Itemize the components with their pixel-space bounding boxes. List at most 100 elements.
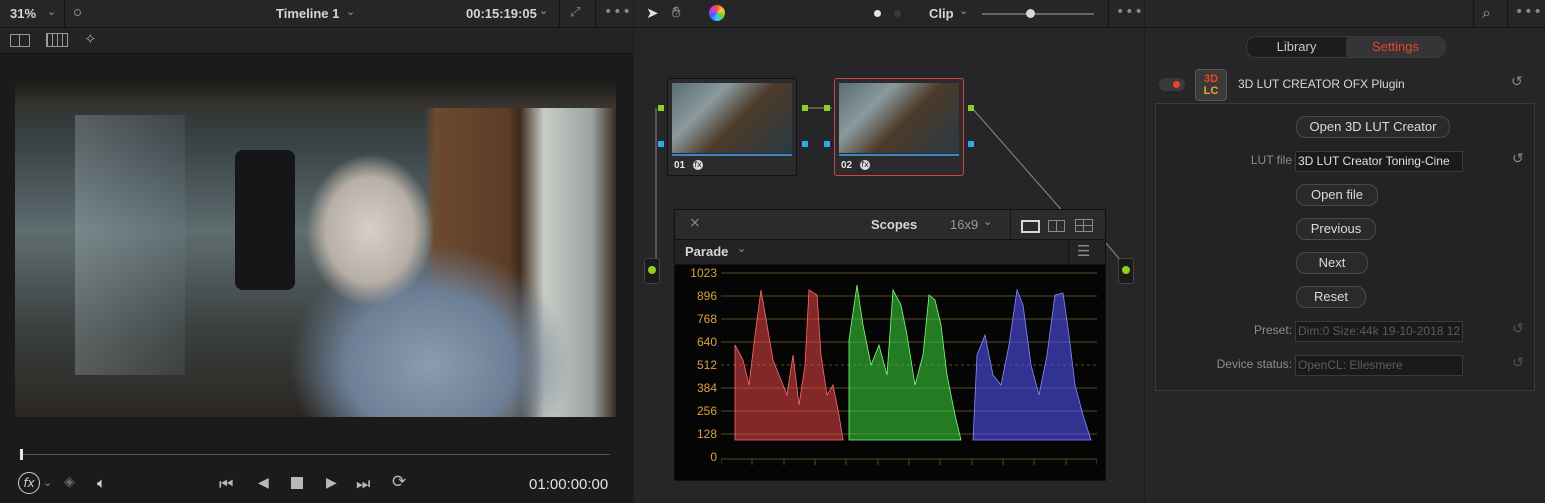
node-02[interactable]: 02 fx (834, 78, 964, 176)
mode-chevron-down-icon[interactable]: ⌄ (959, 4, 968, 17)
play-icon[interactable]: ▶ (326, 475, 337, 491)
source-input-node[interactable] (644, 258, 660, 284)
mode-chevron-down-icon[interactable]: ⌄ (737, 242, 746, 255)
more-options-icon[interactable]: ••• (1116, 4, 1144, 20)
scopes-title: Scopes (871, 217, 918, 232)
plugin-logo-bottom: LC (1203, 85, 1219, 97)
scope-settings-icon[interactable]: ☰ (1077, 242, 1090, 260)
y-tick: 128 (696, 427, 717, 441)
node-label: 02 (841, 160, 853, 171)
green-channel-trace (848, 284, 962, 441)
device-status-field: OpenCL: Ellesmere (1295, 355, 1463, 376)
node-bar (672, 154, 792, 156)
layout-chevron-down-icon[interactable]: ⌄ (983, 215, 992, 228)
loop-icon[interactable]: ⟳ (392, 472, 406, 492)
reverse-play-icon[interactable]: ◀ (258, 475, 269, 491)
quad-scope-icon[interactable] (1075, 219, 1093, 232)
output-node[interactable] (1118, 258, 1134, 284)
y-tick: 640 (696, 335, 717, 349)
fx-badge-icon: fx (860, 160, 870, 170)
node-01-output-port[interactable] (802, 105, 808, 111)
previous-button[interactable]: Previous (1296, 218, 1376, 240)
open-3d-lut-creator-button[interactable]: Open 3D LUT Creator (1296, 116, 1450, 138)
divider (1108, 0, 1109, 27)
skip-back-icon[interactable]: ⏮ (219, 474, 233, 494)
hand-icon[interactable]: ✋︎ (672, 3, 681, 21)
close-icon[interactable]: × (689, 215, 701, 231)
scrubber-track[interactable] (20, 454, 610, 455)
scope-mode[interactable]: Parade (685, 244, 728, 259)
node-02-key-output-port[interactable] (968, 141, 974, 147)
layers-icon[interactable]: ◈ (64, 474, 75, 490)
magic-wand-icon[interactable]: ✧ (84, 30, 97, 48)
single-scope-icon[interactable] (1021, 220, 1040, 233)
pointer-icon[interactable]: ➤ (646, 4, 659, 22)
y-tick: 384 (696, 381, 717, 395)
node-01-key-output-port[interactable] (802, 141, 808, 147)
dual-scope-icon[interactable] (1048, 220, 1065, 232)
open-file-button[interactable]: Open file (1296, 184, 1378, 206)
divider (64, 0, 65, 27)
reset-button[interactable]: Reset (1296, 286, 1366, 308)
tab-library[interactable]: Library (1247, 37, 1346, 57)
scopes-layout[interactable]: 16x9 (950, 217, 978, 232)
fullscreen-icon[interactable]: ⤢ (570, 5, 580, 20)
timeline-dot-icon[interactable] (894, 10, 901, 17)
parade-y-axis: 1023 896 768 640 512 384 256 128 0 (675, 265, 717, 480)
more-options-icon[interactable]: ••• (1515, 4, 1543, 20)
next-button[interactable]: Next (1296, 252, 1368, 274)
playhead[interactable] (20, 449, 23, 460)
divider (1010, 210, 1011, 239)
frame-ceiling (15, 80, 616, 108)
preset-label: Preset: (1253, 323, 1292, 337)
node-thumbnail (672, 83, 792, 153)
zoom-slider[interactable] (982, 13, 1094, 15)
reset-plugin-icon[interactable]: ↺ (1511, 74, 1523, 90)
tab-settings[interactable]: Settings (1346, 37, 1445, 57)
node-02-output-port[interactable] (968, 105, 974, 111)
frame-glass (75, 115, 185, 375)
node-01[interactable]: 01 fx (667, 78, 797, 176)
stop-icon[interactable] (291, 477, 303, 489)
scopes-window: × Scopes 16x9 ⌄ Parade ⌄ ☰ 1023 896 768 … (674, 209, 1106, 481)
plugin-logo-top: 3D (1203, 73, 1219, 85)
more-options-icon[interactable]: ••• (604, 4, 632, 20)
timecode-chevron-down-icon[interactable]: ⌄ (539, 4, 548, 17)
fx-badge-icon: fx (693, 160, 703, 170)
frame-camera (235, 150, 295, 290)
color-wheel-icon[interactable] (709, 5, 725, 21)
search-icon[interactable]: ⌕ (1482, 3, 1491, 23)
node-02-key-input-port[interactable] (824, 141, 830, 147)
plugin-enable-toggle[interactable] (1159, 78, 1185, 91)
zoom-level[interactable]: 31% (10, 6, 36, 21)
zoom-slider-handle[interactable] (1026, 9, 1035, 18)
clip-dot-icon[interactable] (874, 10, 881, 17)
lut-file-field[interactable]: 3D LUT Creator Toning-Cine (1295, 151, 1463, 172)
skip-forward-icon[interactable]: ⏭ (356, 474, 370, 494)
plugin-settings-box: Open 3D LUT Creator LUT file 3D LUT Crea… (1155, 103, 1535, 391)
node-02-input-port[interactable] (824, 105, 830, 111)
device-status-reset-icon: ↺ (1512, 355, 1524, 371)
node-toolbar: ➤ ✋︎ Clip ⌄ ••• (634, 0, 1144, 28)
viewer-toolbar: 31% ⌄ Timeline 1 ⌄ 00:15:19:05 ⌄ ⤢ ••• (0, 0, 633, 28)
timeline-chevron-down-icon[interactable]: ⌄ (346, 5, 355, 18)
scopes-titlebar: × Scopes 16x9 ⌄ (675, 210, 1105, 240)
playhead-timecode: 01:00:00:00 (529, 476, 609, 493)
parade-display: 1023 896 768 640 512 384 256 128 0 (675, 265, 1105, 480)
divider (559, 0, 560, 27)
node-mode-label[interactable]: Clip (929, 6, 954, 21)
node-01-key-input-port[interactable] (658, 141, 664, 147)
fx-icon[interactable]: fx (18, 472, 40, 494)
y-tick: 0 (710, 450, 717, 464)
single-viewer-icon[interactable] (10, 34, 30, 47)
lut-file-reset-icon[interactable]: ↺ (1512, 151, 1524, 167)
filmstrip-icon[interactable] (46, 33, 68, 47)
zoom-chevron-down-icon[interactable]: ⌄ (47, 5, 56, 18)
timeline-title[interactable]: Timeline 1 (276, 6, 339, 21)
node-01-input-port[interactable] (658, 105, 664, 111)
divider (1068, 240, 1069, 264)
fx-chevron-down-icon[interactable]: ⌄ (43, 476, 52, 489)
speaker-icon[interactable]: 🔈︎ (97, 474, 106, 492)
y-tick: 256 (696, 404, 717, 418)
record-dot-icon[interactable] (74, 9, 81, 16)
